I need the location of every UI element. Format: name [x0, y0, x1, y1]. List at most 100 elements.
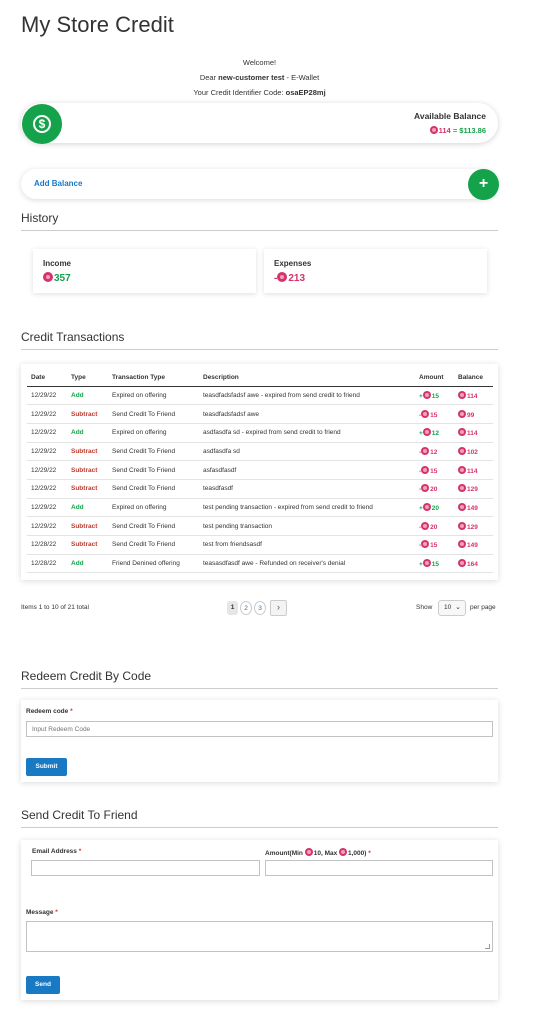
- redeem-code-input[interactable]: [26, 721, 493, 737]
- points-coin-icon: [458, 540, 466, 549]
- col-description: Description: [199, 370, 415, 387]
- cell-balance: 114: [454, 386, 493, 406]
- points-coin-icon: [422, 428, 431, 437]
- cell-type: Add: [67, 554, 108, 574]
- expenses-value: -213: [274, 272, 306, 284]
- cell-date: 12/29/22: [27, 516, 67, 536]
- table-header-row: Date Type Transaction Type Description A…: [27, 370, 493, 387]
- cell-type: Subtract: [67, 404, 108, 424]
- per-page-select[interactable]: 10 ⌄: [438, 600, 466, 616]
- cell-balance: 114: [454, 460, 493, 480]
- col-date: Date: [27, 370, 67, 387]
- balance-money: $113.86: [459, 126, 486, 135]
- cell-amount: -15: [415, 535, 454, 555]
- page-title: My Store Credit: [21, 12, 174, 37]
- wallet-dollar-icon: $: [22, 104, 62, 144]
- email-field[interactable]: [31, 860, 260, 876]
- cell-description: test pending transaction: [199, 516, 415, 536]
- cell-type: Add: [67, 386, 108, 406]
- cell-amount: +15: [415, 386, 454, 406]
- page-2-link[interactable]: 2: [240, 601, 252, 615]
- cell-amount: +12: [415, 423, 454, 443]
- table-row: 12/29/22 Add Expired on offering asdfasdfa …: [27, 423, 493, 443]
- transactions-title: Credit Transactions: [21, 330, 125, 344]
- cell-transaction-type: Expired on offering: [108, 423, 199, 443]
- table-row: 12/29/22 Subtract Send Credit To Friend tea…: [27, 479, 493, 499]
- cell-type: Subtract: [67, 460, 108, 480]
- points-coin-icon: [421, 446, 430, 455]
- table-row: 12/29/22 Add Expired on offering test pendi…: [27, 498, 493, 518]
- points-coin-icon: [458, 409, 466, 418]
- message-textarea[interactable]: [26, 921, 493, 952]
- cell-description: teasdfadsfadsf awe - expired from send c…: [199, 386, 415, 406]
- cell-date: 12/29/22: [27, 460, 67, 480]
- expenses-label: Expenses: [274, 259, 312, 268]
- points-coin-icon: [458, 465, 466, 474]
- credit-code-line: Your Credit Identifier Code: osaEP28mj: [193, 88, 326, 97]
- cell-amount: +20: [415, 498, 454, 518]
- cell-amount: -15: [415, 404, 454, 424]
- points-coin-icon: [421, 409, 430, 418]
- cell-date: 12/29/22: [27, 423, 67, 443]
- points-coin-icon: [458, 484, 466, 493]
- points-coin-icon: [458, 428, 466, 437]
- page-1-current: 1: [227, 601, 238, 615]
- col-transaction-type: Transaction Type: [108, 370, 199, 387]
- points-coin-icon: [421, 540, 430, 549]
- cell-date: 12/28/22: [27, 554, 67, 574]
- cell-transaction-type: Expired on offering: [108, 498, 199, 518]
- points-coin-icon: [421, 484, 430, 493]
- add-balance-button[interactable]: +: [468, 169, 499, 200]
- history-title: History: [21, 211, 59, 225]
- expenses-card: Expenses -213: [264, 249, 487, 293]
- cell-balance: 114: [454, 423, 493, 443]
- per-page-label: per page: [470, 604, 496, 611]
- transactions-table: Date Type Transaction Type Description A…: [27, 370, 493, 574]
- cell-amount: -12: [415, 442, 454, 462]
- cell-transaction-type: Friend Denined offering: [108, 554, 199, 574]
- cell-balance: 129: [454, 516, 493, 536]
- cell-balance: 149: [454, 535, 493, 555]
- add-balance-link[interactable]: Add Balance: [34, 179, 82, 188]
- points-coin-icon: [458, 521, 466, 530]
- submit-button[interactable]: Submit: [26, 758, 67, 776]
- send-credit-form: Email Address * Amount(Min 10, Max 1,000…: [21, 840, 498, 1000]
- cell-description: test from friendsasdf: [199, 535, 415, 555]
- points-coin-icon: [429, 126, 438, 134]
- cell-date: 12/29/22: [27, 386, 67, 406]
- page-3-link[interactable]: 3: [254, 601, 266, 615]
- divider: [21, 688, 498, 689]
- points-coin-icon: [458, 559, 466, 568]
- amount-label: Amount(Min 10, Max 1,000) *: [265, 848, 371, 857]
- chevron-down-icon: ⌄: [455, 604, 461, 611]
- divider: [21, 827, 498, 828]
- points-coin-icon: [277, 272, 288, 282]
- income-label: Income: [43, 259, 72, 268]
- add-balance-bar: Add Balance +: [21, 169, 499, 200]
- cell-date: 12/29/22: [27, 404, 67, 424]
- amount-field[interactable]: [265, 860, 493, 876]
- send-button[interactable]: Send: [26, 976, 60, 994]
- points-coin-icon: [458, 446, 466, 455]
- cell-description: teasdfadsfadsf awe: [199, 404, 415, 424]
- cell-description: test pending transaction - expired from …: [199, 498, 415, 518]
- cell-date: 12/29/22: [27, 479, 67, 499]
- points-coin-icon: [43, 272, 53, 282]
- points-coin-icon: [304, 848, 313, 856]
- cell-balance: 149: [454, 498, 493, 518]
- cell-date: 12/29/22: [27, 442, 67, 462]
- welcome-text: Welcome!: [242, 58, 277, 67]
- col-balance: Balance: [454, 370, 493, 387]
- send-credit-title: Send Credit To Friend: [21, 808, 138, 822]
- cell-description: asfasdfasdf: [199, 460, 415, 480]
- redeem-title: Redeem Credit By Code: [21, 669, 152, 683]
- credit-identifier-code: osaEP28mj: [285, 88, 326, 97]
- next-page-button[interactable]: ›: [270, 600, 287, 616]
- cell-amount: -20: [415, 479, 454, 499]
- col-type: Type: [67, 370, 108, 387]
- col-amount: Amount: [415, 370, 454, 387]
- points-coin-icon: [458, 502, 466, 511]
- income-card: Income 357: [33, 249, 256, 293]
- balance-points: 114: [438, 126, 451, 135]
- divider: [21, 349, 498, 350]
